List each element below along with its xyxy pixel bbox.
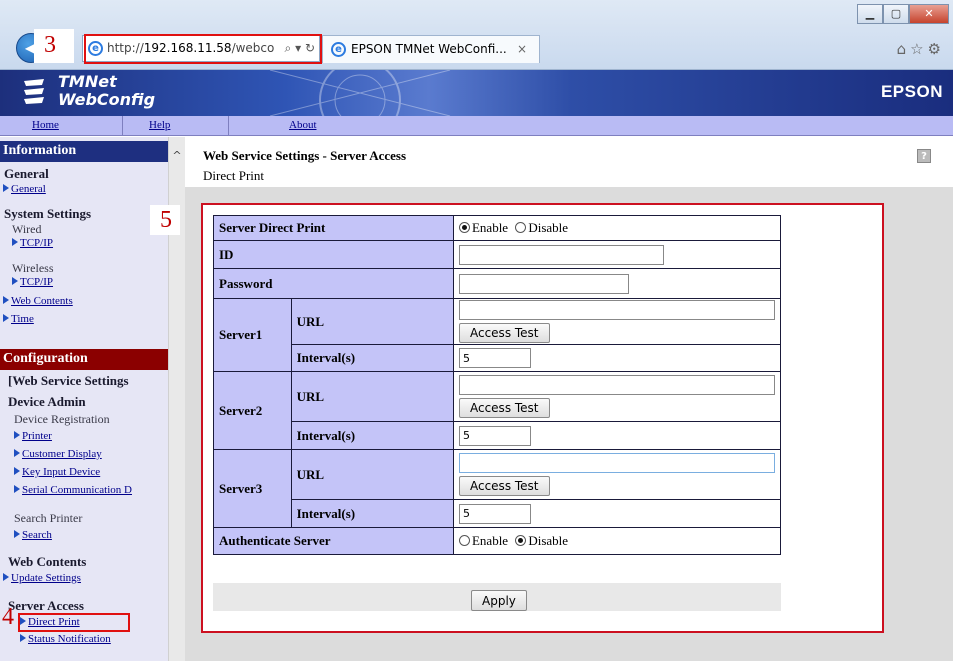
sidebar-link-label: Update Settings xyxy=(11,572,81,584)
tmnet-logo-text: TMNet WebConfig xyxy=(58,73,155,109)
arrow-right-icon xyxy=(3,573,9,581)
sidebar-link-wireless-tcpip[interactable]: TCP/IP xyxy=(12,276,53,288)
window-controls: ▁ ▢ ✕ xyxy=(857,4,949,24)
sidebar-device-registration: Device Registration xyxy=(14,412,110,426)
sidebar-link-serial-communication[interactable]: Serial Communication D xyxy=(14,484,132,496)
nav-separator xyxy=(122,116,123,136)
sidebar-configuration-header: Configuration xyxy=(0,349,168,370)
arrow-right-icon xyxy=(14,530,20,538)
sidebar-link-key-input-device[interactable]: Key Input Device xyxy=(14,466,100,478)
arrow-right-icon xyxy=(14,431,20,439)
home-icon[interactable]: ⌂ xyxy=(897,40,911,58)
logo-line2: WebConfig xyxy=(58,90,156,109)
tab-title: EPSON TMNet WebConfi... xyxy=(351,42,507,56)
top-nav: Home Help About xyxy=(0,116,953,136)
sidebar-link-search[interactable]: Search xyxy=(14,529,52,541)
logo-line1: TMNet xyxy=(58,72,117,91)
sidebar-link-printer[interactable]: Printer xyxy=(14,430,52,442)
sidebar-server-access-title: Server Access xyxy=(8,598,84,613)
nav-help-link[interactable]: Help xyxy=(149,119,170,131)
arrow-right-icon xyxy=(20,634,26,642)
close-window-button[interactable]: ✕ xyxy=(909,4,949,24)
nav-about-link[interactable]: About xyxy=(289,119,317,131)
sidebar-link-update-settings[interactable]: Update Settings xyxy=(3,572,81,584)
sidebar-system-settings-title: System Settings xyxy=(4,206,92,221)
sidebar-link-label: Serial Communication D xyxy=(22,484,132,496)
sidebar-selected-web-service-settings[interactable]: [Web Service Settings xyxy=(8,373,129,389)
sidebar-link-label: Time xyxy=(11,313,34,325)
page-title: Web Service Settings - Server Access xyxy=(203,148,407,163)
sidebar-link-label: Search xyxy=(22,529,52,541)
sidebar-device-admin-title: Device Admin xyxy=(8,394,86,409)
arrow-right-icon xyxy=(14,485,20,493)
callout-number-5: 5 xyxy=(160,207,172,233)
highlight-settings-panel xyxy=(201,203,884,633)
sidebar-link-label: Printer xyxy=(22,430,52,442)
callout-number-3: 3 xyxy=(44,32,56,58)
arrow-right-icon xyxy=(3,184,9,192)
arrow-right-icon xyxy=(14,449,20,457)
nav-separator xyxy=(228,116,229,136)
sidebar-link-label: Status Notification xyxy=(28,633,111,645)
sidebar-link-status-notification[interactable]: Status Notification xyxy=(20,633,111,645)
page-subtitle: Direct Print xyxy=(203,168,265,183)
tab-close-icon[interactable]: × xyxy=(517,36,527,63)
sidebar-information-header: Information xyxy=(0,141,168,162)
sidebar-general-title: General xyxy=(4,166,49,181)
sidebar-link-general[interactable]: General xyxy=(3,183,46,195)
sidebar-link-label: General xyxy=(11,183,46,195)
main-header: Web Service Settings - Server Access Dir… xyxy=(185,137,953,187)
sidebar-wired: Wired xyxy=(12,222,42,236)
sidebar: Information General General System Setti… xyxy=(0,137,168,661)
epson-brand: EPSON xyxy=(880,82,943,101)
highlight-direct-print-link xyxy=(18,613,130,632)
sidebar-link-web-contents[interactable]: Web Contents xyxy=(3,295,73,307)
sidebar-search-printer: Search Printer xyxy=(14,511,83,525)
maximize-button[interactable]: ▢ xyxy=(883,4,909,24)
callout-number-4: 4 xyxy=(2,604,14,630)
arrow-right-icon xyxy=(12,277,18,285)
favorites-star-icon[interactable]: ☆ xyxy=(910,40,927,58)
help-icon[interactable]: ? xyxy=(917,149,931,163)
arrow-right-icon xyxy=(3,296,9,304)
sidebar-web-contents-title: Web Contents xyxy=(8,554,87,569)
minimize-button[interactable]: ▁ xyxy=(857,4,883,24)
arrow-right-icon xyxy=(12,238,18,246)
compass-decoration xyxy=(269,70,451,116)
sidebar-link-customer-display[interactable]: Customer Display xyxy=(14,448,102,460)
sidebar-link-time[interactable]: Time xyxy=(3,313,34,325)
settings-gear-icon[interactable]: ⚙ xyxy=(928,40,945,58)
sidebar-link-label: Key Input Device xyxy=(22,466,101,478)
scroll-up-icon[interactable]: ^ xyxy=(169,149,185,162)
chrome-toolbar-icons: ⌂☆⚙ xyxy=(897,40,945,58)
tmnet-logo-icon xyxy=(24,79,44,104)
page-banner: TMNet WebConfig EPSON xyxy=(0,70,953,116)
sidebar-link-label: Web Contents xyxy=(11,295,73,307)
sidebar-link-wired-tcpip[interactable]: TCP/IP xyxy=(12,237,53,249)
arrow-right-icon xyxy=(3,314,9,322)
arrow-right-icon xyxy=(14,467,20,475)
sidebar-link-label: Customer Display xyxy=(22,448,102,460)
sidebar-wireless: Wireless xyxy=(12,261,54,275)
highlight-address-bar xyxy=(84,34,322,64)
sidebar-link-label: TCP/IP xyxy=(20,276,54,288)
tab-ie-icon: e xyxy=(331,42,346,57)
nav-home-link[interactable]: Home xyxy=(32,119,59,131)
browser-tab[interactable]: e EPSON TMNet WebConfi... × xyxy=(322,35,540,63)
sidebar-link-label: TCP/IP xyxy=(20,237,54,249)
